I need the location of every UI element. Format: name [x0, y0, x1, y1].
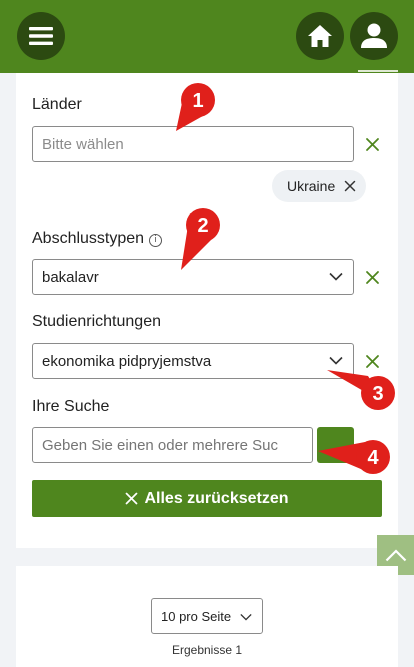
reset-all-button[interactable]: Alles zurücksetzen: [32, 480, 382, 517]
user-icon: [361, 23, 387, 48]
clear-degree-types-icon[interactable]: [364, 269, 381, 286]
clear-fields-of-study-icon[interactable]: [364, 353, 381, 370]
close-icon: [126, 492, 138, 505]
countries-select[interactable]: Bitte wählen: [32, 126, 354, 162]
reset-all-label: Alles zurücksetzen: [144, 489, 289, 507]
fields-of-study-select[interactable]: ekonomika pidpryjemstva: [32, 343, 354, 379]
remove-chip-icon[interactable]: [344, 180, 356, 192]
degree-types-value: bakalavr: [42, 268, 99, 286]
countries-placeholder: Bitte wählen: [42, 135, 124, 153]
selected-country-chip: Ukraine: [272, 170, 366, 202]
per-page-value: 10 pro Seite: [161, 608, 232, 624]
header-active-indicator: [358, 70, 398, 72]
degree-types-select[interactable]: bakalavr: [32, 259, 354, 295]
degree-types-label-text: Abschlusstypen: [32, 230, 145, 247]
hamburger-menu-icon: [29, 27, 53, 45]
home-button[interactable]: [296, 12, 344, 60]
search-input[interactable]: [32, 427, 313, 463]
info-icon[interactable]: i: [149, 234, 163, 247]
countries-label: Länder: [32, 96, 82, 113]
chevron-down-icon: [329, 272, 343, 281]
fields-of-study-value: ekonomika pidpryjemstva: [42, 352, 212, 370]
chevron-down-icon: [240, 613, 252, 621]
user-account-button[interactable]: [350, 12, 398, 60]
clear-countries-icon[interactable]: [364, 136, 381, 153]
fields-of-study-label: Studienrichtungen: [32, 313, 161, 330]
chevron-down-icon: [329, 356, 343, 365]
per-page-select[interactable]: 10 pro Seite: [151, 598, 263, 634]
search-button[interactable]: [317, 427, 354, 463]
chevron-up-icon: [385, 548, 406, 561]
degree-types-label: Abschlusstypen i: [32, 230, 163, 248]
home-icon: [308, 25, 332, 47]
search-label: Ihre Suche: [32, 398, 110, 415]
menu-button[interactable]: [17, 12, 65, 60]
chip-label: Ukraine: [287, 178, 336, 194]
results-count: Ergebnisse 1: [171, 643, 243, 657]
